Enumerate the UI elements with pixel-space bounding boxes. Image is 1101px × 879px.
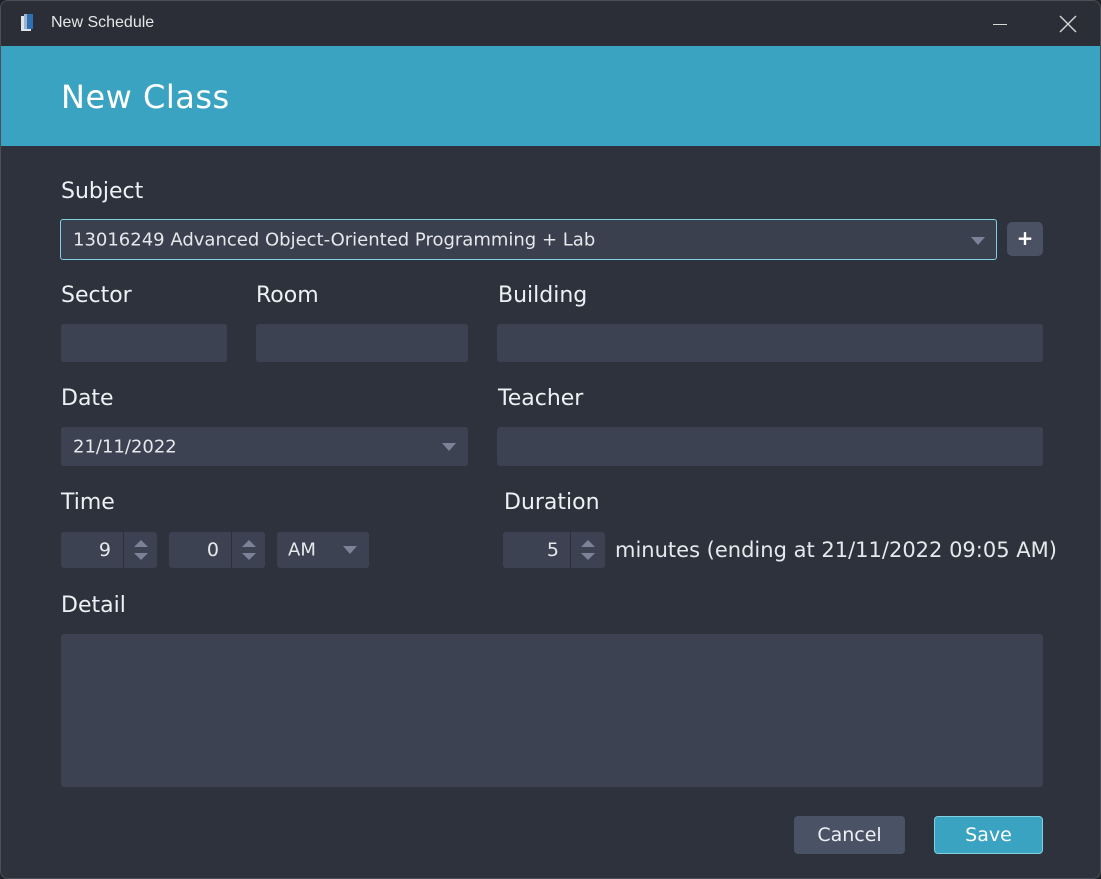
ampm-select[interactable]: AM (277, 532, 369, 568)
building-label: Building (498, 283, 588, 308)
duration-summary: minutes (ending at 21/11/2022 09:05 AM) (615, 538, 1057, 562)
hour-spinbox[interactable]: 9 (61, 532, 157, 568)
detail-label: Detail (61, 593, 126, 618)
ampm-value: AM (288, 539, 316, 561)
chevron-down-icon (343, 546, 357, 554)
close-button[interactable] (1045, 1, 1091, 46)
minimize-button[interactable] (977, 1, 1023, 46)
building-input[interactable] (497, 324, 1043, 362)
arrow-up-icon[interactable] (242, 540, 256, 547)
hour-stepper[interactable] (123, 532, 158, 568)
duration-stepper[interactable] (570, 532, 605, 568)
arrow-up-icon[interactable] (581, 540, 595, 547)
date-label: Date (61, 386, 114, 411)
window-title: New Schedule (51, 14, 155, 31)
minimize-icon (993, 24, 1007, 25)
title-bar: New Schedule (1, 1, 1100, 46)
chevron-down-icon (971, 237, 985, 245)
date-picker[interactable]: 21/11/2022 (61, 427, 468, 466)
duration-label: Duration (504, 490, 600, 515)
close-icon (1059, 15, 1077, 33)
page-header: New Class (1, 46, 1100, 146)
time-label: Time (61, 490, 115, 515)
arrow-down-icon[interactable] (581, 553, 595, 560)
minute-value: 0 (206, 539, 219, 561)
arrow-down-icon[interactable] (134, 553, 148, 560)
save-button[interactable]: Save (934, 816, 1043, 854)
dialog-window: New Schedule New Class Subject 13016249 … (0, 0, 1101, 879)
arrow-up-icon[interactable] (134, 540, 148, 547)
sector-label: Sector (61, 283, 132, 308)
sector-input[interactable] (61, 324, 227, 362)
cancel-button[interactable]: Cancel (794, 816, 905, 854)
room-input[interactable] (256, 324, 468, 362)
add-subject-button[interactable]: + (1007, 222, 1043, 256)
arrow-down-icon[interactable] (242, 553, 256, 560)
subject-select[interactable]: 13016249 Advanced Object-Oriented Progra… (60, 219, 997, 260)
chevron-down-icon (442, 443, 456, 451)
subject-value: 13016249 Advanced Object-Oriented Progra… (73, 229, 596, 250)
room-label: Room (256, 283, 319, 308)
duration-spinbox[interactable]: 5 (503, 532, 605, 568)
detail-textarea[interactable] (61, 634, 1043, 787)
minute-stepper[interactable] (231, 532, 266, 568)
teacher-label: Teacher (498, 386, 584, 411)
date-value: 21/11/2022 (73, 436, 177, 457)
duration-value: 5 (546, 539, 559, 561)
hour-value: 9 (98, 539, 111, 561)
minute-spinbox[interactable]: 0 (169, 532, 265, 568)
subject-label: Subject (61, 179, 144, 204)
app-book-icon (21, 14, 33, 31)
page-title: New Class (61, 78, 230, 116)
teacher-input[interactable] (497, 427, 1043, 466)
